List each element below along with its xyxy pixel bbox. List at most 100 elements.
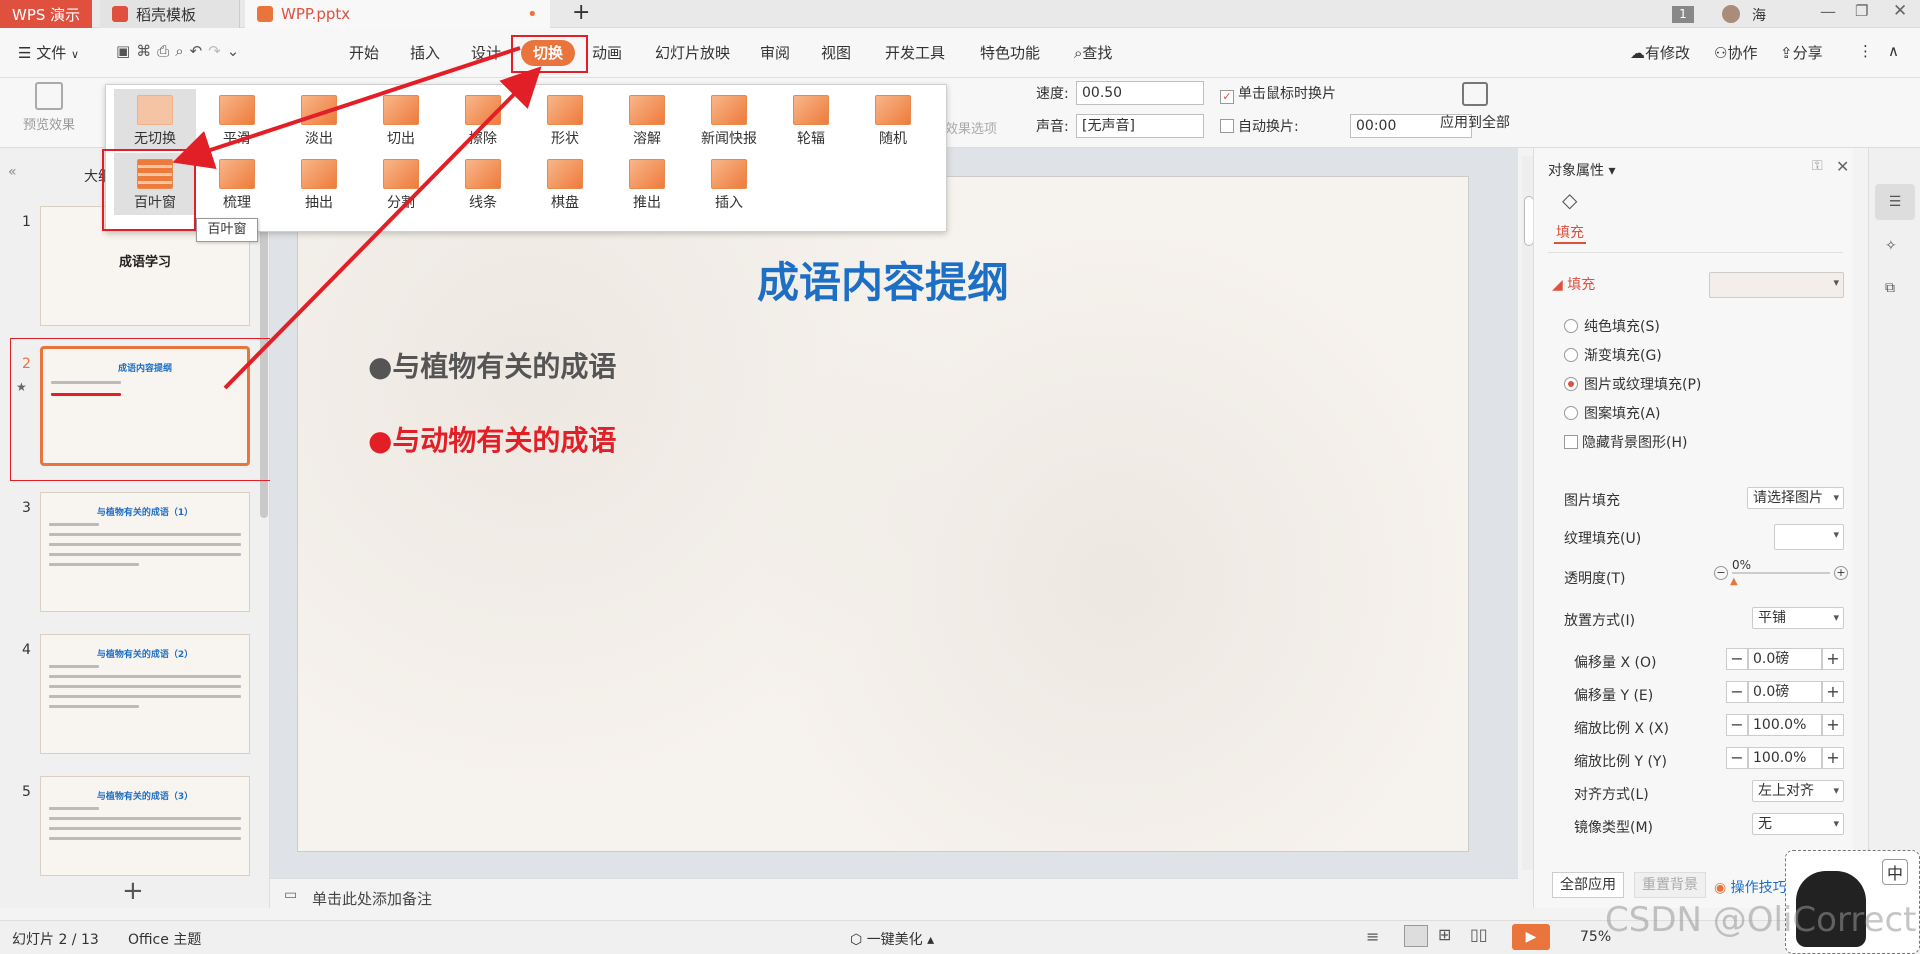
fill-option[interactable]: 渐变填充(G): [1564, 345, 1662, 365]
magic-icon[interactable]: ✧: [1885, 238, 1897, 254]
radio[interactable]: [1564, 348, 1578, 362]
offset-x-input[interactable]: 0.0磅: [1748, 648, 1822, 670]
checkbox-checked[interactable]: ✓: [1220, 90, 1234, 104]
radio[interactable]: [1564, 319, 1578, 333]
transition-newsflash[interactable]: 新闻快报: [688, 89, 770, 151]
slider-thumb[interactable]: ▲: [1730, 576, 1738, 587]
menu-review[interactable]: 审阅: [760, 42, 790, 63]
menu-developer[interactable]: 开发工具: [885, 42, 945, 63]
fill-preview-select[interactable]: [1709, 272, 1844, 298]
transition-split[interactable]: 分割: [360, 153, 442, 215]
transition-push[interactable]: 推出: [606, 153, 688, 215]
reading-view-icon[interactable]: ▯▯: [1470, 925, 1488, 944]
decrement-button[interactable]: −: [1726, 747, 1748, 769]
slide-thumbnail-4[interactable]: 与植物有关的成语（2）: [40, 634, 250, 754]
ime-language[interactable]: 中: [1882, 859, 1908, 885]
texture-select[interactable]: [1774, 524, 1844, 550]
menu-animation[interactable]: 动画: [592, 42, 622, 63]
decrement-button[interactable]: −: [1726, 714, 1748, 736]
menu-design[interactable]: 设计: [471, 42, 501, 63]
apply-all-fill-button[interactable]: 全部应用: [1552, 872, 1624, 898]
customize-icon[interactable]: ⌄: [227, 42, 246, 60]
collaborate-button[interactable]: ⚇协作: [1714, 42, 1757, 63]
scale-y-input[interactable]: 100.0%: [1748, 747, 1822, 769]
slide-thumbnail-2[interactable]: 成语内容提纲: [40, 346, 250, 466]
more-icon[interactable]: ⋮: [1858, 42, 1873, 60]
click-switch-checkbox[interactable]: ✓ 单击鼠标时换片: [1220, 83, 1336, 104]
tab-document[interactable]: WPP.pptx •: [245, 0, 550, 28]
tab-wps-presentation[interactable]: WPS 演示: [0, 0, 92, 28]
transition-pull[interactable]: 抽出: [278, 153, 360, 215]
decrement-button[interactable]: −: [1726, 681, 1748, 703]
avatar[interactable]: [1722, 5, 1740, 23]
increment-button[interactable]: +: [1822, 648, 1844, 670]
search-button[interactable]: ⌕查找: [1074, 42, 1112, 63]
collapse-panel-icon[interactable]: «: [8, 164, 17, 180]
file-menu[interactable]: ☰ 文件 ∨: [18, 42, 79, 63]
transition-cut[interactable]: 切出: [360, 89, 442, 151]
transition-wipe[interactable]: 擦除: [442, 89, 524, 151]
modified-button[interactable]: ☁有修改: [1630, 42, 1690, 63]
hide-bg-checkbox[interactable]: 隐藏背景图形(H): [1564, 432, 1687, 452]
tab-docer-templates[interactable]: 稻壳模板: [100, 0, 240, 28]
menu-features[interactable]: 特色功能: [980, 42, 1040, 63]
panel-header[interactable]: 对象属性 ▾: [1548, 160, 1615, 180]
slide-thumbnail-5[interactable]: 与植物有关的成语（3）: [40, 776, 250, 876]
fill-option[interactable]: 图案填充(A): [1564, 403, 1661, 423]
decrement-button[interactable]: −: [1726, 648, 1748, 670]
bullet-item[interactable]: ●与动物有关的成语: [368, 419, 616, 459]
close-panel-icon[interactable]: ✕: [1836, 157, 1849, 176]
transition-morph[interactable]: 平滑: [196, 89, 278, 151]
reset-bg-button[interactable]: 重置背景: [1634, 872, 1706, 898]
notes-bar[interactable]: ▭ 单击此处添加备注: [270, 878, 1518, 914]
collapse-ribbon-icon[interactable]: ∧: [1888, 42, 1899, 60]
play-slideshow-button[interactable]: ▶: [1512, 924, 1550, 950]
placement-select[interactable]: 平铺: [1752, 607, 1844, 629]
transition-checkerboard[interactable]: 棋盘: [524, 153, 606, 215]
tips-link[interactable]: ◉ 操作技巧: [1714, 877, 1787, 897]
checkbox-unchecked[interactable]: [1220, 119, 1234, 133]
fill-option[interactable]: 纯色填充(S): [1564, 316, 1660, 336]
undo-icon[interactable]: ↶: [190, 42, 209, 60]
shapes-icon[interactable]: ⧉: [1885, 280, 1895, 296]
properties-icon[interactable]: ☰: [1875, 184, 1915, 220]
restore-icon[interactable]: ❐: [1855, 2, 1868, 20]
save-icon[interactable]: ▣: [116, 42, 136, 60]
decrease-button[interactable]: −: [1714, 566, 1728, 580]
radio[interactable]: [1564, 406, 1578, 420]
normal-view-icon[interactable]: [1404, 925, 1428, 947]
menu-insert[interactable]: 插入: [410, 42, 440, 63]
radio-selected[interactable]: [1564, 377, 1578, 391]
checkbox-unchecked[interactable]: [1564, 435, 1578, 449]
transition-random[interactable]: 随机: [852, 89, 934, 151]
fill-bucket-icon[interactable]: ◇: [1562, 188, 1577, 212]
picture-fill-select[interactable]: 请选择图片: [1747, 487, 1844, 509]
slide-thumbnail-3[interactable]: 与植物有关的成语（1）: [40, 492, 250, 612]
bullet-item[interactable]: ●与植物有关的成语: [368, 345, 616, 385]
lock-icon[interactable]: ⚿: [1812, 158, 1823, 174]
redo-icon[interactable]: ↷: [208, 42, 227, 60]
print-preview-icon[interactable]: ⌕: [175, 42, 189, 60]
minimize-icon[interactable]: —: [1820, 2, 1836, 21]
sorter-view-icon[interactable]: ⊞: [1438, 925, 1451, 944]
menu-slideshow[interactable]: 幻灯片放映: [655, 42, 730, 63]
auto-switch-checkbox[interactable]: 自动换片:: [1220, 116, 1299, 136]
print-icon[interactable]: ⎙: [157, 42, 175, 60]
notes-placeholder[interactable]: 单击此处添加备注: [312, 888, 432, 909]
transition-fade[interactable]: 淡出: [278, 89, 360, 151]
transition-comb[interactable]: 梳理: [196, 153, 278, 215]
transition-cover[interactable]: 插入: [688, 153, 770, 215]
preview-button[interactable]: 预览效果: [14, 82, 84, 133]
share-button[interactable]: ⇪分享: [1780, 42, 1823, 63]
section-fill[interactable]: ◢ 填充: [1552, 274, 1595, 294]
transition-wheel[interactable]: 轮辐: [770, 89, 852, 151]
increase-button[interactable]: +: [1834, 566, 1848, 580]
sound-select[interactable]: [无声音]: [1076, 114, 1204, 138]
effect-options-button[interactable]: 效果选项: [945, 118, 997, 137]
menu-view[interactable]: 视图: [821, 42, 851, 63]
format-painter-icon[interactable]: ⌘: [136, 42, 157, 60]
transition-dissolve[interactable]: 溶解: [606, 89, 688, 151]
theme-name[interactable]: Office 主题: [128, 929, 201, 949]
transition-none[interactable]: 无切换: [114, 89, 196, 151]
increment-button[interactable]: +: [1822, 714, 1844, 736]
